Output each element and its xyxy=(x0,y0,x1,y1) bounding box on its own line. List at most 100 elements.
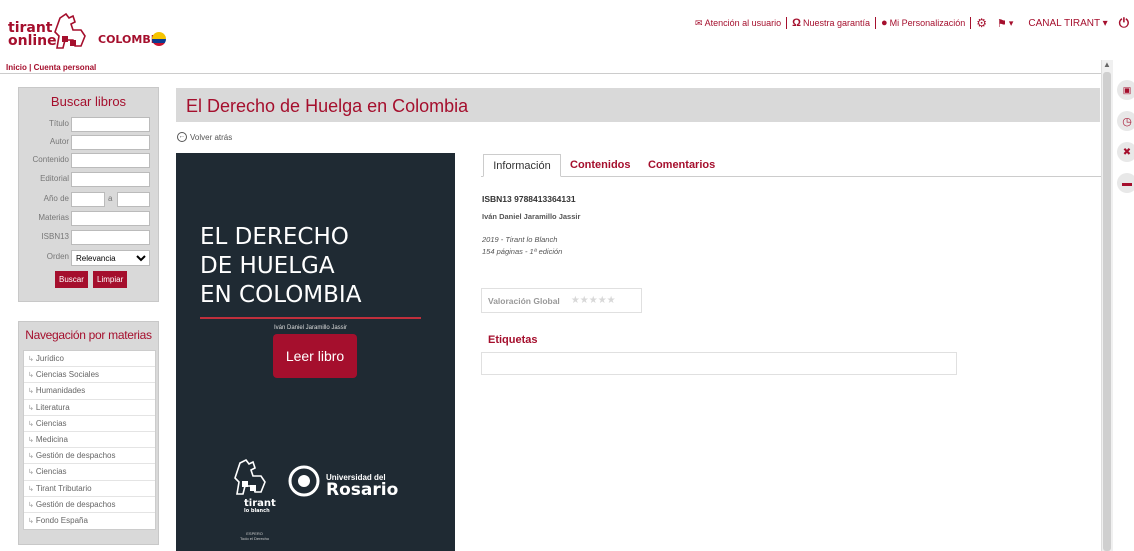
pages-edition: 154 páginas - 1ª edición xyxy=(482,247,563,256)
arrow-icon: ↳ xyxy=(28,420,34,428)
cover-author: Iván Daniel Jaramillo Jassir xyxy=(273,325,348,331)
settings-button[interactable]: ⚙ xyxy=(971,16,992,30)
list-item[interactable]: ↳ Ciencias xyxy=(24,416,155,432)
titulo-label: Título xyxy=(48,119,69,128)
tags-box xyxy=(481,352,957,375)
mail-icon: ✉ xyxy=(695,17,703,28)
atencion-link[interactable]: ✉ Atención al usuario xyxy=(690,18,786,29)
editorial-input[interactable] xyxy=(71,172,150,187)
list-item[interactable]: ↳ Medicina xyxy=(24,432,155,449)
anio-hasta-input[interactable] xyxy=(117,192,150,207)
canal-tirant-menu[interactable]: CANAL TIRANT ▾ xyxy=(1028,18,1107,29)
personalizacion-link[interactable]: ● Mi Personalización xyxy=(876,17,970,29)
list-item[interactable]: ↳ Gestión de despachos xyxy=(24,497,155,513)
materias-label: Materias xyxy=(38,213,69,222)
isbn-label: ISBN13 xyxy=(41,232,69,241)
university-crest-icon xyxy=(288,465,320,497)
arrow-icon: ↳ xyxy=(28,372,34,380)
arrow-icon: ↳ xyxy=(28,436,34,444)
page-title-bar: El Derecho de Huelga en Colombia xyxy=(176,88,1100,122)
isbn-input[interactable] xyxy=(71,230,150,245)
back-link[interactable]: ← Volver atrás xyxy=(177,132,232,142)
arrow-icon: ↳ xyxy=(28,517,34,525)
rating-label: Valoración Global xyxy=(488,295,560,306)
divider xyxy=(0,73,1101,74)
flag-icon: ⚑ xyxy=(996,17,1007,30)
garantia-link[interactable]: Ω Nuestra garantía xyxy=(787,17,875,29)
arrow-icon: ↳ xyxy=(28,356,34,363)
cover-title: EL DERECHO DE HUELGA EN COLOMBIA xyxy=(200,224,362,308)
logout-button[interactable]: ⏻ xyxy=(1114,15,1134,31)
leer-libro-button[interactable]: Leer libro xyxy=(273,334,357,378)
titulo-input[interactable] xyxy=(71,117,150,132)
buscar-button[interactable]: Buscar xyxy=(55,271,88,288)
contenido-input[interactable] xyxy=(71,153,150,168)
list-item[interactable]: ↳ Gestión de despachos xyxy=(24,448,155,465)
list-item[interactable]: ↳ Fondo España xyxy=(24,513,155,529)
list-item[interactable]: ↳ Ciencias Sociales xyxy=(24,367,155,384)
knight-logo-icon xyxy=(54,12,86,49)
cover-publisher-tagline: ESPERO Todo el Derecho xyxy=(240,531,270,541)
isbn: ISBN13 9788413364131 xyxy=(482,194,576,204)
list-item[interactable]: ↳ Ciencias xyxy=(24,464,155,481)
colombia-flag-icon xyxy=(152,32,166,46)
list-item[interactable]: ↳ Literatura xyxy=(24,400,155,416)
rating-box: Valoración Global ★★★★★ xyxy=(481,288,642,313)
user-icon: ● xyxy=(881,17,888,29)
orden-select[interactable]: Relevancia xyxy=(71,250,150,266)
scrollbar-thumb[interactable] xyxy=(1103,72,1111,551)
tab-informacion[interactable]: Información xyxy=(483,154,561,177)
publication-info: 2019 - Tirant lo Blanch xyxy=(482,235,558,244)
book-tabs: Información Contenidos Comentarios xyxy=(481,154,1101,177)
contenido-label: Contenido xyxy=(32,155,69,164)
power-icon: ⏻ xyxy=(1118,15,1129,30)
search-panel: Buscar libros Título Autor Contenido Edi… xyxy=(18,87,159,302)
bookmark-tool[interactable]: ▣ xyxy=(1117,80,1134,100)
arrow-icon: ↳ xyxy=(28,388,34,396)
side-toolbar: ▣ ◷ ✖ ▬ xyxy=(1117,80,1134,204)
editorial-label: Editorial xyxy=(40,174,69,183)
autor-label: Autor xyxy=(49,137,69,146)
arrow-icon: ↳ xyxy=(28,501,34,509)
history-tool[interactable]: ◷ xyxy=(1117,111,1134,131)
materias-panel: Navegación por materias ↳ Jurídico ↳ Cienc… xyxy=(18,321,159,545)
cover-publisher: tirant lo blanch xyxy=(244,498,276,514)
rating-stars[interactable]: ★★★★★ xyxy=(571,295,616,306)
arrow-icon: ↳ xyxy=(28,453,34,461)
scroll-up-icon[interactable]: ▲ xyxy=(1103,60,1111,69)
materias-input[interactable] xyxy=(71,211,150,226)
language-button[interactable]: ⚑ ▾ xyxy=(992,17,1018,30)
ribbon-icon: Ω xyxy=(792,17,801,29)
arrow-icon: ↳ xyxy=(28,404,34,412)
close-tool[interactable]: ✖ xyxy=(1117,142,1134,162)
gear-icon: ⚙ xyxy=(976,16,987,30)
clock-icon: ◷ xyxy=(1122,115,1132,128)
tab-comentarios[interactable]: Comentarios xyxy=(648,154,715,177)
orden-label: Orden xyxy=(46,252,69,261)
anio-label: Año de xyxy=(43,194,69,203)
top-navigation: ✉ Atención al usuario Ω Nuestra garantía… xyxy=(690,15,1134,31)
tirant-knight-icon xyxy=(234,459,266,495)
anio-desde-input[interactable] xyxy=(71,192,105,207)
book-cover: EL DERECHO DE HUELGA EN COLOMBIA Iván Da… xyxy=(176,153,455,551)
header: tirant online COLOMBIA ✉ Atención al usu… xyxy=(0,0,1134,60)
book-author: Iván Daniel Jaramillo Jassir xyxy=(482,212,581,221)
breadcrumb[interactable]: Inicio | Cuenta personal xyxy=(6,63,96,72)
anio-a-label: a xyxy=(108,194,113,203)
autor-input[interactable] xyxy=(71,135,150,150)
list-item[interactable]: ↳ Tirant Tributario xyxy=(24,481,155,497)
list-item[interactable]: ↳ Humanidades xyxy=(24,383,155,400)
cover-divider xyxy=(200,317,421,319)
archive-icon: ▬ xyxy=(1122,177,1132,189)
arrow-left-icon: ← xyxy=(177,132,187,142)
list-item[interactable]: ↳ Jurídico xyxy=(24,351,155,368)
arrow-icon: ↳ xyxy=(28,469,34,477)
tab-contenidos[interactable]: Contenidos xyxy=(570,154,631,177)
limpiar-button[interactable]: Limpiar xyxy=(93,271,128,288)
chevron-down-icon: ▾ xyxy=(1102,17,1108,29)
card-icon: ▣ xyxy=(1122,84,1132,95)
close-icon: ✖ xyxy=(1122,146,1132,158)
archive-tool[interactable]: ▬ xyxy=(1117,173,1134,193)
arrow-icon: ↳ xyxy=(28,485,34,493)
search-panel-title: Buscar libros xyxy=(50,94,127,109)
